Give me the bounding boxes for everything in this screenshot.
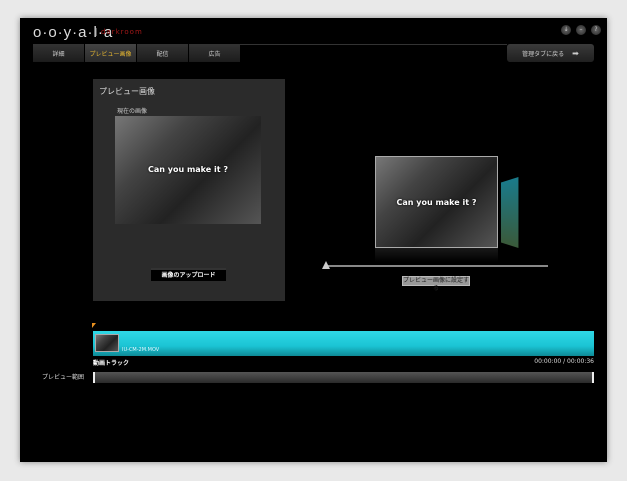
preview-image-panel: プレビュー画像 現在の画像 Can you make it ? 画像のアップロー… — [93, 79, 285, 301]
preview-range-bar[interactable] — [93, 372, 594, 383]
clip-name: IU-CM-2M.MOV — [122, 347, 160, 353]
minimize-icon[interactable]: – — [576, 25, 586, 35]
download-icon[interactable]: ↓ — [561, 25, 571, 35]
panel-title: プレビュー画像 — [99, 87, 155, 96]
app-window: o·o·y·a·l·a darkroom ↓ – ? 詳細 プレビュー画像 配信… — [20, 18, 607, 462]
tab-distribution[interactable]: 配信 — [137, 44, 189, 62]
image-caption: Can you make it ? — [148, 164, 228, 174]
preview-range-label: プレビュー範囲 — [42, 374, 85, 381]
frame-slider-track[interactable] — [325, 265, 548, 267]
frame-caption: Can you make it ? — [396, 197, 477, 207]
back-to-admin-button[interactable]: 管理タブに戻る ➡ — [507, 44, 594, 62]
range-end-handle[interactable] — [592, 372, 594, 383]
video-track[interactable]: IU-CM-2M.MOV — [93, 331, 594, 356]
tab-details[interactable]: 詳細 — [33, 44, 85, 62]
range-start-handle[interactable] — [93, 372, 95, 383]
darkroom-logo: darkroom — [96, 28, 143, 36]
arrow-right-icon: ➡ — [572, 48, 579, 58]
tab-bar: 詳細 プレビュー画像 配信 広告 — [33, 44, 241, 62]
divider — [240, 44, 507, 45]
current-image-label: 現在の画像 — [117, 108, 148, 115]
current-image: Can you make it ? — [115, 116, 261, 224]
clip-thumbnail — [95, 334, 119, 352]
next-frame-thumbnail[interactable] — [501, 177, 519, 248]
time-readout: 00:00:00 / 00:00:36 — [534, 358, 594, 365]
tab-ads[interactable]: 広告 — [189, 44, 241, 62]
back-label: 管理タブに戻る — [522, 50, 565, 58]
track-label: 動画トラック — [93, 360, 130, 367]
tab-preview-image[interactable]: プレビュー画像 — [85, 44, 137, 62]
frame-preview-image: Can you make it ? — [375, 156, 498, 248]
playhead-marker[interactable] — [92, 323, 96, 328]
upload-image-button[interactable]: 画像のアップロード — [151, 268, 226, 281]
frame-slider-thumb[interactable] — [322, 261, 330, 269]
help-icon[interactable]: ? — [591, 25, 601, 35]
image-reflection — [375, 248, 498, 262]
set-preview-image-button[interactable]: プレビュー画像に設定する — [402, 276, 470, 292]
